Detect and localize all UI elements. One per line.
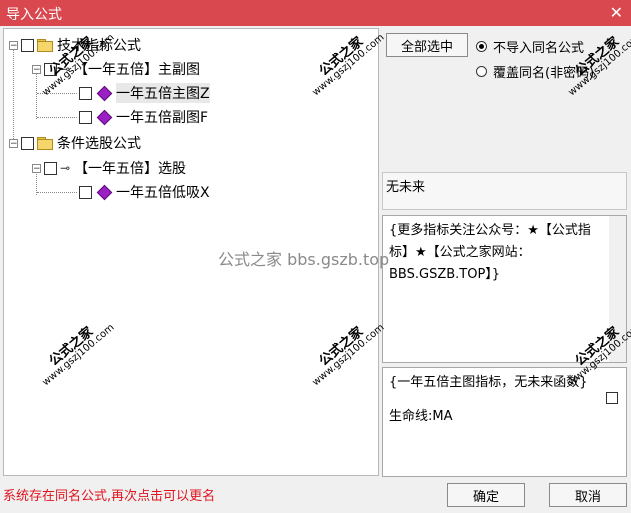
tree-node-label: 【一年五倍】主副图 — [74, 62, 201, 78]
window-title: 导入公式 — [6, 7, 62, 23]
formula-name-field[interactable]: 无未来 — [382, 172, 627, 210]
tree-node-select-folder[interactable]: − 条件选股公式 — [9, 132, 141, 154]
radio-label: 不导入同名公式 — [493, 41, 585, 56]
watermark-text: 公式之家 bbs.gszb.top — [218, 250, 390, 269]
tree-checkbox[interactable] — [79, 110, 92, 124]
formula-info-panel[interactable]: {一年五倍主图指标，无未来函数} 生命线:MA — [382, 367, 627, 477]
radio-skip-duplicates[interactable]: 不导入同名公式 — [476, 37, 584, 56]
tree-node-label: 一年五倍副图F — [116, 110, 209, 126]
folder-icon — [37, 137, 53, 150]
cancel-button[interactable]: 取消 — [549, 483, 627, 507]
collapse-icon[interactable]: − — [9, 40, 18, 50]
folder-icon — [37, 39, 53, 52]
tree-checkbox[interactable] — [79, 185, 92, 199]
formula-name-text: 无未来 — [386, 180, 426, 195]
radio-dot[interactable] — [476, 41, 487, 52]
select-all-button[interactable]: 全部选中 — [386, 33, 468, 57]
title-bar: 导入公式 ✕ — [0, 0, 631, 26]
formula-icon — [96, 184, 113, 200]
tree-node-label: 条件选股公式 — [57, 136, 141, 152]
description-text: {更多指标关注公众号：★【公式指标】★【公式之家网站：BBS.GSZB.TOP】… — [389, 223, 591, 282]
tree-node-label: 一年五倍低吸X — [116, 185, 210, 201]
tree-node-label: 一年五倍主图Z — [116, 83, 210, 103]
radio-dot[interactable] — [476, 66, 487, 77]
tree-checkbox[interactable] — [21, 38, 34, 52]
ok-button[interactable]: 确定 — [447, 483, 525, 507]
collapse-icon[interactable]: − — [32, 64, 41, 74]
tree-checkbox[interactable] — [44, 161, 57, 175]
collapse-icon[interactable]: − — [32, 163, 41, 173]
formula-icon — [96, 85, 113, 101]
tree-line — [13, 45, 14, 145]
formula-icon — [96, 109, 113, 125]
tree-node-select-key[interactable]: − ⊸ 【一年五倍】选股 — [32, 157, 186, 179]
tree-node-label: 【一年五倍】选股 — [74, 161, 187, 177]
tree-line — [37, 191, 77, 193]
watermark-stamp: 公式之家 www.gszj100.com — [566, 32, 631, 99]
tree-node-sub-f[interactable]: 一年五倍副图F — [37, 106, 208, 128]
status-message: 系统存在同名公式,再次点击可以更名 — [3, 489, 216, 504]
formula-description-panel[interactable]: {更多指标关注公众号：★【公式指标】★【公式之家网站：BBS.GSZB.TOP】… — [382, 215, 627, 363]
tree-line — [37, 116, 77, 118]
collapse-icon[interactable]: − — [9, 138, 18, 148]
tree-checkbox[interactable] — [79, 86, 92, 100]
info-checkbox[interactable] — [606, 392, 618, 404]
tree-node-low-x[interactable]: 一年五倍低吸X — [37, 181, 210, 203]
close-icon[interactable]: ✕ — [610, 3, 623, 22]
tree-checkbox[interactable] — [21, 136, 34, 150]
info-line: 生命线:MA — [389, 409, 453, 424]
key-icon: ⊸ — [60, 161, 71, 175]
